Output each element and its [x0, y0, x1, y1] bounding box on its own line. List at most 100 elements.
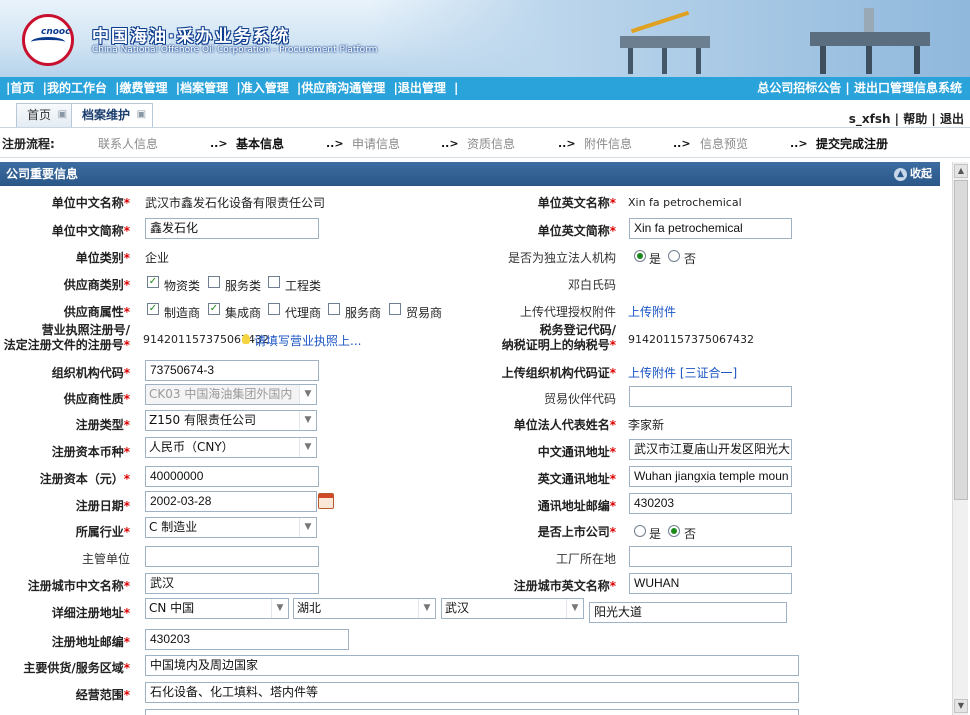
- collapse-label: 收起: [910, 167, 932, 180]
- tax-value: 914201157375067432: [628, 333, 754, 346]
- nav-payment[interactable]: |缴费管理: [115, 81, 167, 95]
- collapse-icon: ▲: [894, 167, 907, 181]
- attr-manufacturer-checkbox[interactable]: ✓: [147, 303, 159, 315]
- type-service-label: 服务类: [225, 279, 262, 293]
- postcode-input[interactable]: 430203: [629, 493, 792, 514]
- scroll-thumb[interactable]: [954, 180, 968, 500]
- step-basic[interactable]: 基本信息: [236, 132, 284, 156]
- scroll-down-icon[interactable]: ▼: [954, 699, 968, 713]
- en-addr-input[interactable]: Wuhan jiangxia temple moun: [629, 466, 792, 487]
- attr-manufacturer-label: 制造商: [164, 306, 201, 320]
- supplier-attr-label: 供应商属性*: [63, 305, 130, 319]
- type-engineering-checkbox[interactable]: [268, 276, 280, 288]
- type-service-checkbox[interactable]: [208, 276, 220, 288]
- collapse-button[interactable]: ▲ 收起: [894, 162, 932, 186]
- agent-upload-link[interactable]: 上传附件: [628, 303, 676, 320]
- nav-workbench[interactable]: |我的工作台: [43, 81, 107, 95]
- cn-short-input[interactable]: 鑫发石化: [145, 218, 319, 239]
- license-hint-link[interactable]: 请填写营业执照上...: [254, 332, 361, 349]
- registration-steps: 注册流程: 联系人信息 ..> 基本信息 ..> 申请信息 ..> 资质信息 .…: [0, 132, 970, 158]
- nav-external-links[interactable]: 总公司招标公告 | 进出口管理信息系统: [757, 77, 962, 100]
- city-cn-input[interactable]: 武汉: [145, 573, 319, 594]
- attr-integrator-label: 集成商: [225, 306, 262, 320]
- nav-home[interactable]: |首页: [6, 81, 34, 95]
- reg-date-input[interactable]: 2002-03-28: [145, 491, 317, 512]
- org-upload-label: 上传组织机构代码证*: [501, 366, 616, 380]
- type-material-label: 物资类: [164, 279, 201, 293]
- calendar-icon[interactable]: [318, 493, 334, 509]
- tax-label: 税务登记代码/纳税证明上的纳税号*: [501, 323, 616, 352]
- attr-integrator-checkbox[interactable]: ✓: [208, 303, 220, 315]
- independent-yes-radio[interactable]: [634, 250, 646, 262]
- city-cn-label: 注册城市中文名称*: [27, 579, 130, 593]
- nav-supplier-communication[interactable]: |供应商沟通管理: [297, 81, 385, 95]
- nav-separator: |: [454, 81, 459, 95]
- lightbulb-icon: [242, 334, 250, 344]
- country-select[interactable]: CN 中国 ▼: [145, 598, 289, 619]
- vertical-scrollbar[interactable]: ▲ ▼: [952, 162, 968, 715]
- nav-access[interactable]: |准入管理: [236, 81, 288, 95]
- city-en-input[interactable]: WUHAN: [629, 573, 792, 594]
- listed-no-label: 否: [684, 527, 697, 541]
- step-contact[interactable]: 联系人信息: [98, 132, 158, 156]
- reg-postcode-input[interactable]: 430203: [145, 629, 349, 650]
- scroll-up-icon[interactable]: ▲: [954, 164, 968, 178]
- supplier-nature-value: CK03 中国海油集团外国内: [149, 387, 293, 401]
- step-submit[interactable]: 提交完成注册: [816, 132, 888, 156]
- org-upload-link[interactable]: 上传附件 [三证合一]: [628, 364, 737, 381]
- factory-input[interactable]: [629, 546, 792, 567]
- tab-archive-label: 档案维护: [82, 108, 131, 122]
- nav-exit-management[interactable]: |退出管理: [393, 81, 445, 95]
- listed-label: 是否上市公司*: [537, 525, 616, 539]
- reg-type-select[interactable]: Z150 有限责任公司 ▼: [145, 410, 317, 431]
- listed-no-radio[interactable]: [668, 525, 680, 537]
- partner-code-label: 贸易伙伴代码: [543, 392, 616, 406]
- type-material-checkbox[interactable]: ✓: [147, 276, 159, 288]
- legal-rep-label: 单位法人代表姓名*: [513, 418, 616, 432]
- chevron-down-icon: ▼: [418, 599, 435, 618]
- chevron-down-icon: ▼: [299, 438, 316, 457]
- attr-agent-checkbox[interactable]: [268, 303, 280, 315]
- close-icon[interactable]: ▣: [58, 104, 67, 126]
- province-select[interactable]: 湖北 ▼: [293, 598, 436, 619]
- org-code-label: 组织机构代码*: [51, 366, 130, 380]
- step-application[interactable]: 申请信息: [352, 132, 400, 156]
- step-qualification[interactable]: 资质信息: [467, 132, 515, 156]
- step-arrow: ..>: [210, 137, 228, 150]
- step-attachment[interactable]: 附件信息: [584, 132, 632, 156]
- step-preview[interactable]: 信息预览: [700, 132, 748, 156]
- chevron-down-icon: ▼: [299, 385, 316, 404]
- attr-trade-checkbox[interactable]: [389, 303, 401, 315]
- listed-yes-radio[interactable]: [634, 525, 646, 537]
- next-field-partial[interactable]: [145, 709, 799, 715]
- steps-label: 注册流程:: [2, 137, 55, 151]
- street-input[interactable]: 阳光大道: [589, 602, 787, 623]
- currency-select[interactable]: 人民币（CNY） ▼: [145, 437, 317, 458]
- supplier-type-label: 供应商类别*: [63, 278, 130, 292]
- user-links[interactable]: s_xfsh | 帮助 | 退出: [849, 110, 964, 127]
- supplier-nature-select[interactable]: CK03 中国海油集团外国内 ▼: [145, 384, 317, 405]
- scope-label: 经营范围*: [75, 688, 130, 702]
- step-arrow: ..>: [558, 137, 576, 150]
- authority-input[interactable]: [145, 546, 319, 567]
- nav-archive[interactable]: |档案管理: [176, 81, 228, 95]
- close-icon[interactable]: ▣: [137, 104, 146, 126]
- listed-yes-label: 是: [649, 527, 662, 541]
- industry-select[interactable]: C 制造业 ▼: [145, 517, 317, 538]
- tab-home[interactable]: 首页 ▣: [16, 103, 75, 127]
- attr-service-checkbox[interactable]: [328, 303, 340, 315]
- capital-input[interactable]: 40000000: [145, 466, 319, 487]
- detail-addr-label: 详细注册地址*: [51, 606, 130, 620]
- partner-code-input[interactable]: [629, 386, 792, 407]
- tab-home-label: 首页: [27, 108, 52, 122]
- main-area-input[interactable]: 中国境内及周边国家: [145, 655, 799, 676]
- scope-input[interactable]: 石化设备、化工填料、塔内件等: [145, 682, 799, 703]
- org-code-input[interactable]: 73750674-3: [145, 360, 319, 381]
- tab-archive-maintenance[interactable]: 档案维护 ▣: [71, 103, 154, 127]
- cn-addr-input[interactable]: 武汉市江夏庙山开发区阳光大: [629, 439, 792, 460]
- independent-no-radio[interactable]: [668, 250, 680, 262]
- city-select[interactable]: 武汉 ▼: [441, 598, 584, 619]
- main-nav: |首页 |我的工作台 |缴费管理 |档案管理 |准入管理 |供应商沟通管理 |退…: [0, 77, 970, 100]
- en-short-input[interactable]: Xin fa petrochemical: [629, 218, 792, 239]
- capital-label: 注册资本（元）*: [39, 472, 130, 486]
